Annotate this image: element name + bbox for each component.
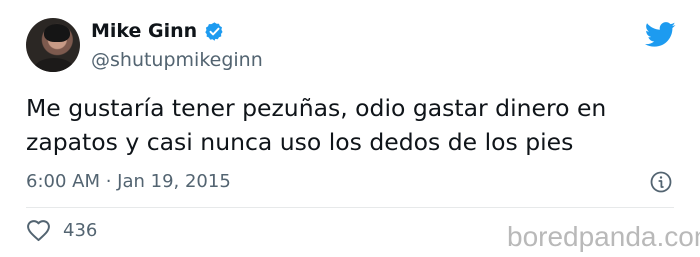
author-name-row: Mike Ginn: [91, 20, 225, 42]
avatar[interactable]: [26, 18, 80, 72]
like-button[interactable]: 436: [26, 219, 97, 242]
verified-badge-icon: [204, 21, 225, 42]
heart-icon[interactable]: [26, 219, 51, 242]
author-handle[interactable]: @shutupmikeginn: [91, 49, 263, 71]
tweet-timestamp[interactable]: 6:00 AM · Jan 19, 2015: [26, 171, 231, 193]
twitter-bird-icon[interactable]: [645, 22, 676, 48]
author-display-name[interactable]: Mike Ginn: [91, 20, 197, 42]
tweet-divider: [26, 207, 674, 208]
info-icon[interactable]: [649, 170, 673, 194]
like-count: 436: [63, 219, 98, 241]
tweet-text: Me gustaría tener pezuñas, odio gastar d…: [26, 94, 607, 156]
source-watermark: boredpanda.com: [507, 221, 700, 252]
